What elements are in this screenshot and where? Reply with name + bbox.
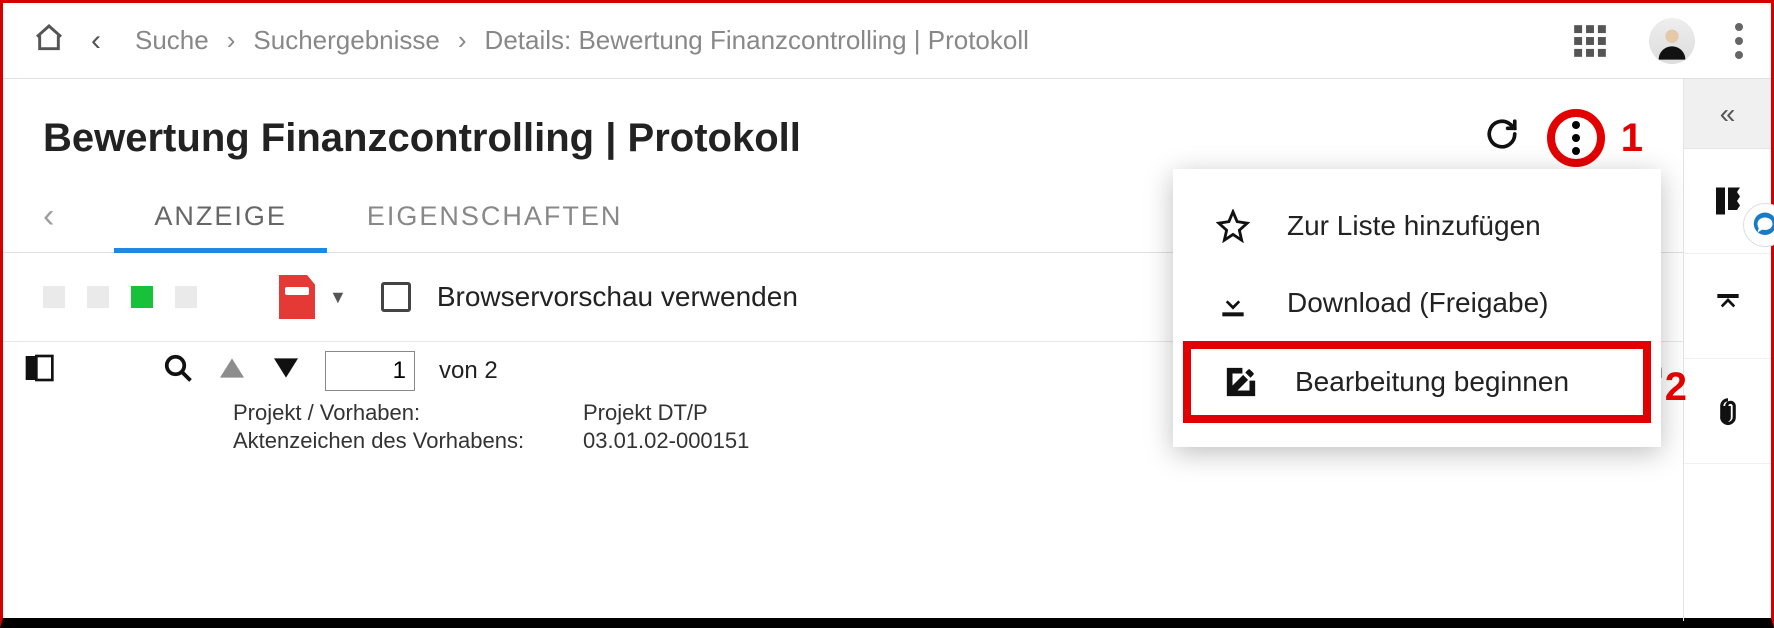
breadcrumb-item[interactable]: Suche (135, 25, 209, 56)
menu-start-editing[interactable]: Bearbeitung beginnen (1183, 341, 1651, 423)
page-down-icon[interactable] (271, 356, 301, 385)
status-swatch (87, 286, 109, 308)
page-up-icon[interactable] (217, 356, 247, 385)
annotation-marker-2: 2 (1665, 365, 1687, 410)
page-total-label: von 2 (439, 357, 498, 385)
browser-preview-label: Browservorschau verwenden (437, 281, 798, 313)
home-icon[interactable] (31, 22, 67, 59)
search-icon[interactable] (163, 353, 193, 388)
more-menu-icon[interactable] (1735, 23, 1743, 59)
apps-grid-icon[interactable] (1571, 22, 1609, 60)
page-number-input[interactable] (325, 351, 415, 391)
menu-download[interactable]: Download (Freigabe) (1173, 265, 1661, 341)
right-side-panel: « (1683, 79, 1771, 621)
sidebar-toggle-icon[interactable] (23, 352, 55, 389)
breadcrumb-current: Details: Bewertung Finanzcontrolling | P… (485, 25, 1029, 56)
status-swatch (43, 286, 65, 308)
menu-item-label: Bearbeitung beginnen (1295, 366, 1569, 398)
page-title: Bewertung Finanzcontrolling | Protokoll (43, 116, 801, 161)
tab-display[interactable]: ANZEIGE (114, 181, 327, 252)
menu-add-to-list[interactable]: Zur Liste hinzufügen (1173, 187, 1661, 265)
chevron-right-icon: › (458, 25, 467, 56)
chevron-right-icon: › (227, 25, 236, 56)
status-swatch-active (131, 286, 153, 308)
edit-icon (1221, 365, 1261, 399)
user-avatar[interactable] (1649, 18, 1695, 64)
tab-properties[interactable]: EIGENSCHAFTEN (327, 181, 663, 252)
star-icon (1213, 209, 1253, 243)
breadcrumb-item[interactable]: Suchergebnisse (253, 25, 439, 56)
back-icon[interactable]: ‹ (91, 24, 101, 58)
side-upload-icon[interactable] (1684, 254, 1771, 359)
pdf-file-icon[interactable] (279, 275, 315, 319)
menu-item-label: Download (Freigabe) (1287, 287, 1548, 319)
tabs-prev-icon[interactable]: ‹ (43, 197, 54, 236)
page-more-menu-button[interactable] (1547, 109, 1605, 167)
refresh-icon[interactable] (1485, 117, 1519, 159)
browser-preview-checkbox[interactable] (381, 282, 411, 312)
top-navigation: ‹ Suche › Suchergebnisse › Details: Bewe… (3, 3, 1771, 79)
meta-value: 03.01.02-000151 (583, 428, 749, 454)
menu-item-label: Zur Liste hinzufügen (1287, 210, 1541, 242)
download-icon (1213, 287, 1253, 319)
context-menu: Zur Liste hinzufügen Download (Freigabe)… (1173, 169, 1661, 447)
page-header: Bewertung Finanzcontrolling | Protokoll … (3, 79, 1683, 181)
meta-key: Aktenzeichen des Vorhabens: (233, 428, 573, 454)
meta-key: Projekt / Vorhaben: (233, 400, 573, 426)
annotation-marker-1: 1 (1621, 116, 1643, 161)
meta-value: Projekt DT/P (583, 400, 708, 426)
side-attachment-icon[interactable] (1684, 359, 1771, 464)
collapse-panel-button[interactable]: « (1684, 79, 1771, 149)
status-swatch (175, 286, 197, 308)
format-dropdown-icon[interactable]: ▼ (329, 287, 347, 308)
